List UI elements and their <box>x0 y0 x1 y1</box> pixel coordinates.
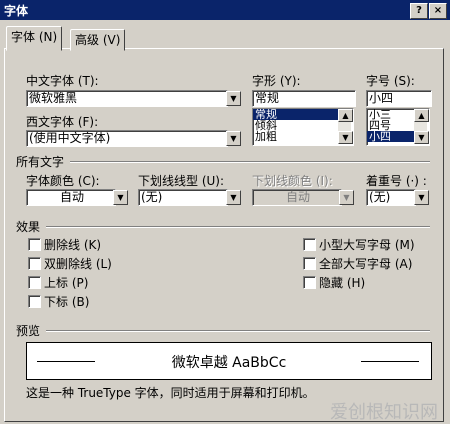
subscript-label[interactable]: 下标 (B) <box>44 293 89 310</box>
chinese-font-label: 中文字体 (T): <box>26 74 99 88</box>
underline-color-label: 下划线颜色 (I): <box>252 174 333 188</box>
underline-style-select[interactable]: (无) <box>138 189 228 206</box>
subscript-checkbox[interactable] <box>28 295 41 308</box>
style-option[interactable]: 加粗 <box>253 131 339 142</box>
emphasis-mark-label: 着重号 (·) : <box>366 174 427 188</box>
style-scroll-down-icon[interactable]: ▼ <box>338 131 353 144</box>
effects-section-label: 效果 <box>16 220 41 234</box>
size-input[interactable]: 小四 <box>366 90 432 107</box>
western-font-dropdown-icon[interactable]: ▼ <box>226 131 241 146</box>
emphasis-mark-dropdown-icon[interactable]: ▼ <box>414 190 429 205</box>
superscript-label[interactable]: 上标 (P) <box>44 274 88 291</box>
style-scroll-up-icon[interactable]: ▲ <box>338 109 353 122</box>
effects-divider <box>46 226 430 228</box>
font-color-select[interactable]: 自动 <box>26 189 116 206</box>
size-scroll-up-icon[interactable]: ▲ <box>414 109 429 122</box>
style-label: 字形 (Y): <box>252 74 301 88</box>
all-text-section-label: 所有文字 <box>16 155 65 169</box>
tab-advanced[interactable]: 高级 (V) <box>70 29 126 51</box>
preview-box: 微软卓越 AaBbCc <box>26 342 432 380</box>
emphasis-mark-select[interactable]: (无) <box>366 189 416 206</box>
all-caps-label[interactable]: 全部大写字母 (A) <box>319 255 412 272</box>
preview-note: 这是一种 TrueType 字体，同时适用于屏幕和打印机。 <box>26 386 315 400</box>
western-font-select[interactable]: (使用中文字体) <box>26 130 228 147</box>
font-color-label: 字体颜色 (C): <box>26 174 100 188</box>
style-input[interactable]: 常规 <box>252 90 356 107</box>
double-strikethrough-label[interactable]: 双删除线 (L) <box>44 255 112 272</box>
superscript-checkbox[interactable] <box>28 276 41 289</box>
small-caps-label[interactable]: 小型大写字母 (M) <box>319 236 415 253</box>
preview-section-label: 预览 <box>16 324 41 338</box>
size-scroll-down-icon[interactable]: ▼ <box>414 131 429 144</box>
preview-divider <box>46 330 430 332</box>
close-button[interactable]: × <box>429 3 447 19</box>
size-label: 字号 (S): <box>366 74 415 88</box>
underline-color-dropdown-icon: ▼ <box>339 190 354 205</box>
underline-style-label: 下划线线型 (U): <box>138 174 225 188</box>
size-option[interactable]: 小四 <box>367 131 415 142</box>
hidden-label[interactable]: 隐藏 (H) <box>319 274 365 291</box>
chinese-font-select[interactable]: 微软雅黑 <box>26 90 228 107</box>
double-strikethrough-checkbox[interactable] <box>28 257 41 270</box>
font-color-dropdown-icon[interactable]: ▼ <box>113 190 128 205</box>
strikethrough-label[interactable]: 删除线 (K) <box>44 236 101 253</box>
tab-font[interactable]: 字体 (N) <box>6 26 63 51</box>
window-title: 字体 <box>4 4 29 18</box>
help-button[interactable]: ? <box>410 3 428 19</box>
underline-color-select: 自动 <box>252 189 342 206</box>
all-caps-checkbox[interactable] <box>303 257 316 270</box>
preview-sample-text: 微软卓越 AaBbCc <box>171 355 287 371</box>
chinese-font-dropdown-icon[interactable]: ▼ <box>226 91 241 106</box>
title-bar <box>0 0 450 20</box>
watermark-text: 爱创根知识网 <box>330 402 438 423</box>
all-text-divider <box>70 161 430 163</box>
underline-style-dropdown-icon[interactable]: ▼ <box>226 190 241 205</box>
strikethrough-checkbox[interactable] <box>28 238 41 251</box>
hidden-checkbox[interactable] <box>303 276 316 289</box>
western-font-label: 西文字体 (F): <box>26 115 99 129</box>
small-caps-checkbox[interactable] <box>303 238 316 251</box>
